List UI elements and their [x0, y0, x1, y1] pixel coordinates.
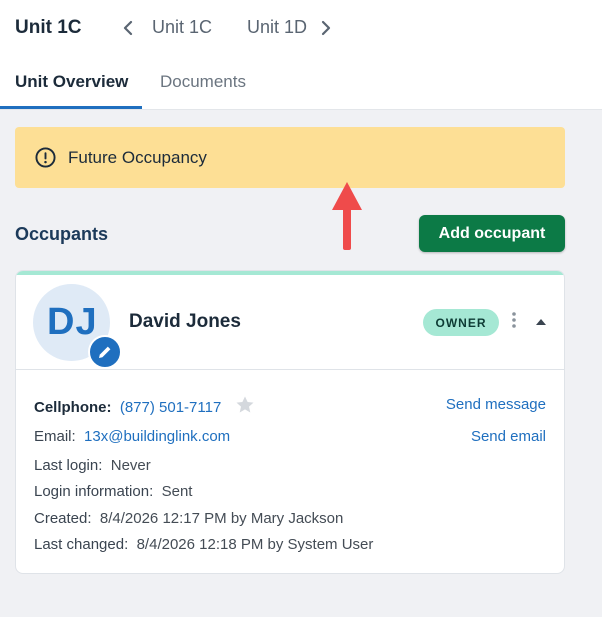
last-login-row: Last login: Never	[34, 457, 151, 474]
created-value: 8/4/2026 12:17 PM by Mary Jackson	[99, 510, 344, 527]
exclamation-circle-icon	[35, 147, 56, 168]
star-icon[interactable]	[235, 395, 255, 415]
send-message-link[interactable]: Send message	[446, 396, 546, 413]
caret-up-icon	[536, 319, 546, 325]
tab-divider	[0, 109, 602, 110]
last-login-label: Last login:	[34, 457, 103, 474]
more-vertical-icon	[512, 312, 516, 328]
unit-nav-next[interactable]: Unit 1D	[247, 17, 307, 38]
occupant-name: David Jones	[129, 311, 241, 332]
cellphone-label: Cellphone:	[34, 399, 112, 416]
annotation-arrow-icon	[332, 182, 362, 250]
last-login-value: Never	[110, 457, 151, 474]
pencil-icon	[99, 346, 111, 358]
tab-unit-overview[interactable]: Unit Overview	[15, 72, 128, 92]
tab-documents[interactable]: Documents	[160, 72, 246, 92]
owner-badge: OWNER	[423, 309, 499, 336]
edit-avatar-button[interactable]	[88, 335, 122, 369]
cellphone-row: Cellphone: (877) 501-7117	[34, 395, 255, 416]
future-occupancy-banner: Future Occupancy	[15, 127, 565, 188]
add-occupant-button[interactable]: Add occupant	[419, 215, 565, 252]
avatar-initials: DJ	[47, 301, 98, 343]
chevron-left-icon	[123, 20, 133, 36]
previous-unit-button[interactable]	[118, 14, 138, 42]
unit-nav-current[interactable]: Unit 1C	[152, 17, 212, 38]
created-label: Created:	[34, 510, 92, 527]
more-options-button[interactable]	[507, 309, 521, 333]
last-changed-label: Last changed:	[34, 536, 129, 553]
login-information-row: Login information: Sent	[34, 483, 192, 500]
login-information-value: Sent	[161, 483, 193, 500]
cellphone-link[interactable]: (877) 501-7117	[120, 399, 221, 416]
chevron-right-icon	[321, 20, 331, 36]
unit-title: Unit 1C	[15, 17, 82, 38]
email-link[interactable]: 13x@buildinglink.com	[84, 428, 230, 445]
last-changed-row: Last changed: 8/4/2026 12:18 PM by Syste…	[34, 536, 373, 553]
created-row: Created: 8/4/2026 12:17 PM by Mary Jacks…	[34, 510, 343, 527]
login-information-label: Login information:	[34, 483, 154, 500]
send-email-link[interactable]: Send email	[471, 428, 546, 445]
last-changed-value: 8/4/2026 12:18 PM by System User	[136, 536, 374, 553]
card-accent-bar	[16, 271, 564, 275]
top-bar: Unit 1C Unit 1C Unit 1D Unit Overview Do…	[0, 0, 602, 110]
collapse-card-button[interactable]	[532, 313, 550, 331]
next-unit-button[interactable]	[316, 14, 336, 42]
email-label: Email:	[34, 428, 76, 445]
occupant-card: DJ David Jones OWNER Cellphone: (877) 50…	[15, 270, 565, 574]
email-row: Email: 13x@buildinglink.com	[34, 428, 230, 445]
occupants-heading: Occupants	[15, 224, 109, 244]
banner-text: Future Occupancy	[68, 148, 207, 167]
card-header-divider	[16, 369, 564, 370]
